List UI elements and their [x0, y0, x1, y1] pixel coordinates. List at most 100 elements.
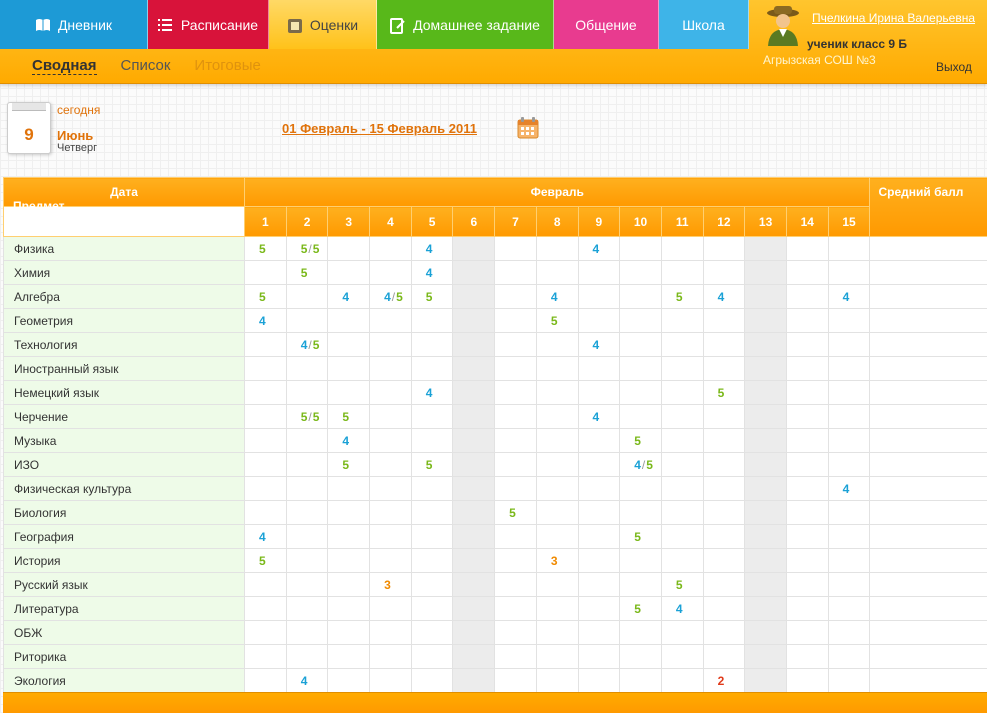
grade-mark[interactable]: 4 — [426, 386, 433, 400]
grade-mark[interactable]: 5 — [259, 242, 266, 256]
grade-cell[interactable]: 5 — [619, 428, 662, 453]
grade-mark[interactable]: 4 — [259, 314, 266, 328]
grade-cell[interactable]: 4 — [410, 236, 454, 261]
grade-mark[interactable]: 4 — [593, 410, 600, 424]
grade-mark[interactable]: 4 — [342, 290, 349, 304]
nav-tab-5[interactable]: Школа — [659, 0, 749, 49]
grade-cell[interactable]: 4 — [410, 260, 454, 285]
grade-cell[interactable]: 4 — [577, 332, 621, 357]
grade-cell[interactable]: 4/5 — [285, 332, 329, 357]
grade-cell[interactable]: 5 — [410, 452, 454, 477]
nav-tab-3[interactable]: Домашнее задание — [377, 0, 554, 49]
grade-cell[interactable]: 4 — [827, 284, 871, 309]
grade-mark[interactable]: 5 — [634, 602, 641, 616]
grade-mark[interactable]: 4 — [676, 602, 683, 616]
grade-cell[interactable]: 5 — [244, 548, 287, 573]
grade-cell[interactable]: 4 — [244, 524, 287, 549]
grade-mark[interactable]: 3 — [384, 578, 391, 592]
grade-cell[interactable]: 4 — [410, 380, 454, 405]
grade-cell[interactable]: 2 — [702, 668, 746, 693]
grade-cell[interactable]: 5 — [619, 596, 662, 621]
subtab-0[interactable]: Сводная — [32, 57, 97, 75]
grade-cell[interactable]: 5 — [660, 572, 704, 597]
nav-tab-2[interactable]: Оценки — [269, 0, 377, 49]
grade-mark[interactable]: 5 — [634, 530, 641, 544]
grade-cell[interactable]: 4 — [535, 284, 579, 309]
grade-cell[interactable]: 4 — [702, 284, 746, 309]
grade-cell[interactable]: 5 — [244, 284, 287, 309]
grade-cell[interactable]: 5 — [410, 284, 454, 309]
grade-cell[interactable]: 5 — [327, 404, 371, 429]
grade-mark[interactable]: 5 — [313, 242, 320, 256]
grade-mark[interactable]: 5 — [551, 314, 558, 328]
grade-cell[interactable]: 5 — [244, 236, 287, 261]
grade-mark[interactable]: 5 — [301, 410, 308, 424]
grade-cell[interactable]: 5 — [535, 308, 579, 333]
grade-cell[interactable]: 4 — [327, 284, 371, 309]
grade-cell[interactable]: 5 — [660, 284, 704, 309]
grade-mark[interactable]: 5 — [646, 458, 653, 472]
grade-cell[interactable]: 5/5 — [285, 236, 329, 261]
period-link[interactable]: 01 Февраль - 15 Февраль 2011 — [282, 121, 477, 136]
nav-tab-4[interactable]: Общение — [554, 0, 659, 49]
grade-mark[interactable]: 4 — [843, 482, 850, 496]
grade-mark[interactable]: 4 — [634, 458, 641, 472]
grade-mark[interactable]: 4 — [426, 242, 433, 256]
table-row: Химия 5 4 — [3, 260, 987, 285]
user-name-link[interactable]: Пчелкина Ирина Валерьевна — [812, 11, 975, 25]
grade-mark[interactable]: 5 — [259, 290, 266, 304]
grade-cell[interactable]: 4/5 — [369, 284, 412, 309]
grade-cell[interactable]: 4 — [244, 308, 287, 333]
subtab-1[interactable]: Список — [121, 57, 171, 75]
logout-link[interactable]: Выход — [936, 60, 972, 74]
grade-mark[interactable]: 5 — [634, 434, 641, 448]
grade-mark[interactable]: 4 — [551, 290, 558, 304]
grade-mark[interactable]: 5 — [676, 290, 683, 304]
grade-mark[interactable]: 4 — [426, 266, 433, 280]
grade-mark[interactable]: 5 — [426, 458, 433, 472]
grade-cell[interactable]: 4 — [577, 404, 621, 429]
grade-cell[interactable]: 4 — [577, 236, 621, 261]
grade-cell[interactable]: 5/5 — [285, 404, 329, 429]
day-header: 11 — [660, 206, 704, 237]
grade-cell[interactable]: 3 — [535, 548, 579, 573]
grade-mark[interactable]: 4 — [259, 530, 266, 544]
grade-mark[interactable]: 4 — [593, 242, 600, 256]
grade-cell[interactable]: 4 — [660, 596, 704, 621]
nav-tab-1[interactable]: Расписание — [148, 0, 269, 49]
grade-mark[interactable]: 5 — [509, 506, 516, 520]
grade-cell[interactable]: 5 — [327, 452, 371, 477]
grade-mark[interactable]: 5 — [313, 338, 320, 352]
grade-mark[interactable]: 5 — [718, 386, 725, 400]
grade-mark[interactable]: 5 — [342, 410, 349, 424]
grade-cell[interactable]: 4 — [285, 668, 329, 693]
grade-mark[interactable]: 5 — [676, 578, 683, 592]
grade-mark[interactable]: 5 — [301, 266, 308, 280]
grade-cell[interactable]: 5 — [702, 380, 746, 405]
grade-mark[interactable]: 2 — [718, 674, 725, 688]
nav-tab-label: Школа — [682, 16, 725, 33]
grade-mark[interactable]: 3 — [551, 554, 558, 568]
grade-mark[interactable]: 4 — [384, 290, 391, 304]
grade-cell[interactable]: 5 — [494, 500, 537, 525]
grade-cell[interactable]: 4 — [327, 428, 371, 453]
nav-tab-0[interactable]: Дневник — [0, 0, 148, 49]
grade-cell[interactable]: 4 — [827, 476, 871, 501]
grade-mark[interactable]: 5 — [301, 242, 308, 256]
grade-cell[interactable]: 3 — [369, 572, 412, 597]
grade-mark[interactable]: 5 — [313, 410, 320, 424]
grade-mark[interactable]: 4 — [301, 338, 308, 352]
grade-cell[interactable]: 5 — [285, 260, 329, 285]
grade-cell[interactable]: 4/5 — [619, 452, 662, 477]
grade-mark[interactable]: 5 — [426, 290, 433, 304]
grade-mark[interactable]: 4 — [718, 290, 725, 304]
grade-mark[interactable]: 4 — [593, 338, 600, 352]
calendar-picker-icon[interactable] — [517, 117, 539, 139]
grade-mark[interactable]: 5 — [396, 290, 403, 304]
grade-mark[interactable]: 4 — [342, 434, 349, 448]
grade-cell[interactable]: 5 — [619, 524, 662, 549]
grade-mark[interactable]: 5 — [259, 554, 266, 568]
grade-mark[interactable]: 4 — [843, 290, 850, 304]
grade-mark[interactable]: 5 — [342, 458, 349, 472]
grade-mark[interactable]: 4 — [301, 674, 308, 688]
